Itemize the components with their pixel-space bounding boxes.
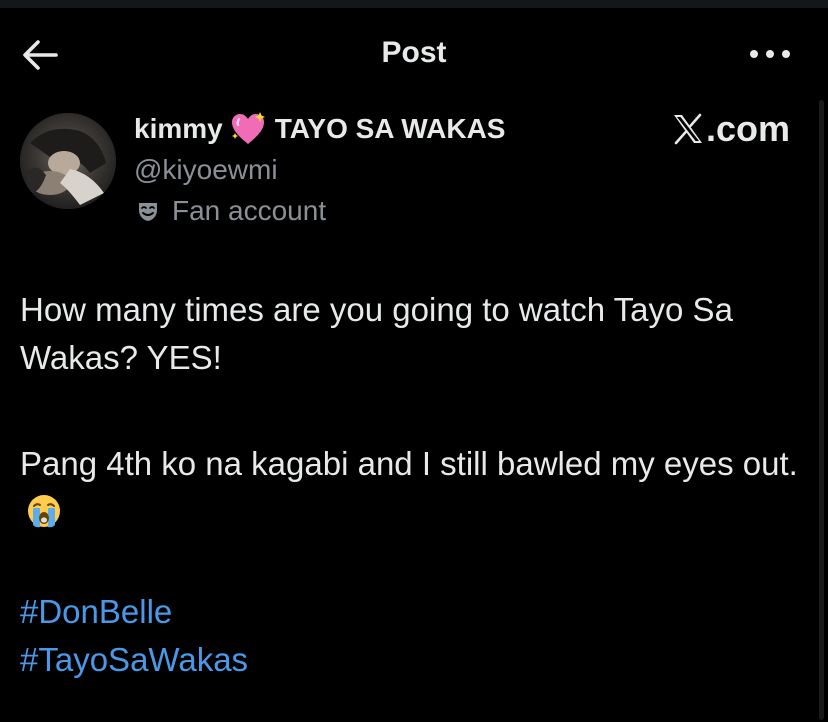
account-label-text: Fan account	[172, 195, 327, 226]
author-handle[interactable]: @kiyoewmi	[134, 154, 278, 186]
author-name-suffix: TAYO SA WAKAS	[274, 113, 506, 144]
avatar[interactable]	[20, 113, 116, 209]
account-label: Fan account	[134, 195, 326, 227]
x-watermark: .com	[671, 108, 790, 150]
hashtag-link-donbelle[interactable]: #DonBelle	[20, 588, 800, 636]
hashtag-list: #DonBelle #TayoSaWakas	[20, 588, 800, 684]
post-text-line-1: How many times are you going to watch Ta…	[20, 291, 733, 376]
more-dot-icon	[766, 50, 774, 58]
x-logo-icon	[673, 113, 702, 145]
post-text-paragraph-2: Pang 4th ko na kagabi and I still bawled…	[20, 440, 800, 536]
more-dot-icon	[750, 50, 758, 58]
author-display-name: kimmy	[134, 113, 223, 144]
author-name-row[interactable]: kimmy TAYO SA WAKAS	[134, 109, 506, 149]
x-watermark-text: .com	[705, 108, 790, 149]
more-dot-icon	[782, 50, 790, 58]
post-text-line-2: Pang 4th ko na kagabi and I still bawled…	[20, 445, 798, 482]
scrollbar[interactable]	[819, 100, 824, 720]
status-bar-strip	[0, 0, 828, 8]
mask-icon	[139, 203, 157, 221]
more-options-button[interactable]	[750, 48, 792, 60]
sparkling-heart-emoji-icon	[231, 112, 265, 144]
hashtag-link-tayosawakas[interactable]: #TayoSaWakas	[20, 636, 800, 684]
avatar-image	[20, 113, 116, 209]
crying-face-emoji-icon	[28, 495, 60, 528]
page-title: Post	[381, 36, 447, 69]
post-header: Post	[0, 8, 828, 100]
